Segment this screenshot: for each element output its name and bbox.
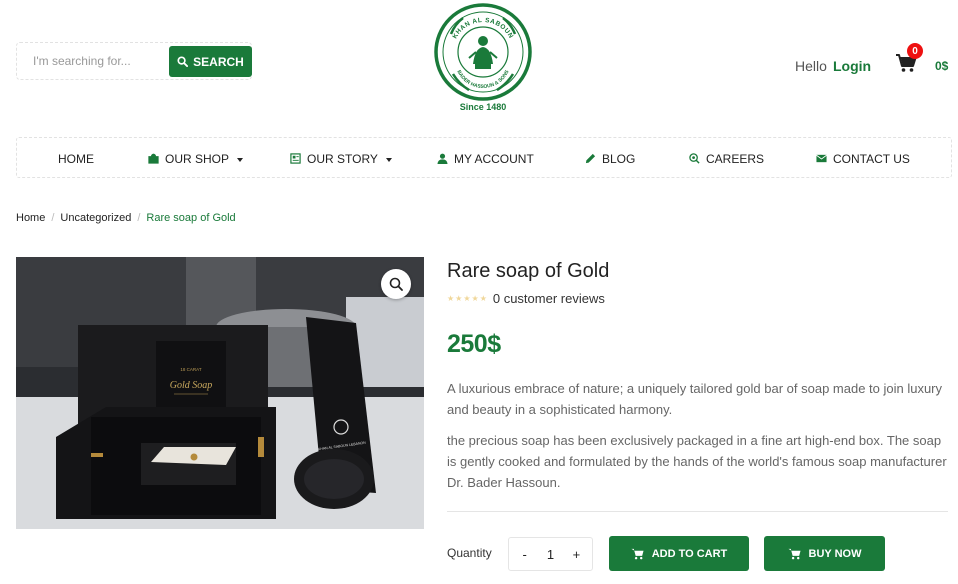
- svg-text:Gold Soap: Gold Soap: [170, 380, 213, 391]
- nav-our-shop[interactable]: OUR SHOP: [148, 138, 244, 179]
- nav-our-story-label: OUR STORY: [307, 151, 378, 166]
- search-button-label: SEARCH: [193, 54, 244, 69]
- cart-icon: [787, 548, 801, 560]
- main-nav: HOME OUR SHOP OUR STORY MY ACCOUNT BLOG …: [16, 137, 952, 178]
- cart-count-badge: 0: [907, 43, 923, 59]
- breadcrumb-separator: /: [137, 212, 141, 224]
- zoom-button[interactable]: [381, 269, 411, 299]
- product-photo: 18 CARAT Gold Soap KHAN AL SABOUN LEBANO…: [16, 257, 424, 529]
- price-currency: $: [487, 330, 501, 358]
- pencil-icon: [585, 153, 596, 164]
- breadcrumb-separator: /: [51, 212, 55, 224]
- quantity-label: Quantity: [447, 546, 492, 560]
- reviews-link[interactable]: 0 customer reviews: [493, 291, 605, 306]
- quantity-increase-button[interactable]: +: [567, 547, 585, 562]
- cart-icon: [631, 548, 644, 560]
- breadcrumb-category[interactable]: Uncategorized: [60, 212, 131, 224]
- search-button[interactable]: SEARCH: [169, 46, 252, 77]
- book-icon: [290, 153, 301, 164]
- product-image[interactable]: 18 CARAT Gold Soap KHAN AL SABOUN LEBANO…: [16, 257, 424, 529]
- nav-our-story[interactable]: OUR STORY: [290, 138, 392, 179]
- product-description-2: the precious soap has been exclusively p…: [447, 433, 947, 490]
- breadcrumb: Home / Uncategorized / Rare soap of Gold: [16, 212, 236, 224]
- cart-total[interactable]: 0$: [935, 59, 948, 73]
- add-to-cart-button[interactable]: ADD TO CART: [609, 536, 749, 571]
- product-title: Rare soap of Gold: [447, 260, 610, 282]
- quantity-value[interactable]: 1: [547, 547, 554, 562]
- envelope-icon: [816, 154, 827, 163]
- nav-blog[interactable]: BLOG: [585, 138, 635, 179]
- nav-careers-label: CAREERS: [706, 151, 765, 166]
- product-rating: ★ ★ ★ ★ ★ 0 customer reviews: [447, 291, 605, 306]
- product-description-1: A luxurious embrace of nature; a uniquel…: [447, 381, 943, 417]
- nav-careers[interactable]: CAREERS: [689, 138, 764, 179]
- buy-now-button[interactable]: BUY NOW: [764, 536, 885, 571]
- star-icon: ★: [455, 294, 463, 303]
- quantity-stepper: - 1 +: [508, 537, 593, 571]
- shopping-bag-icon: [148, 153, 159, 164]
- breadcrumb-current: Rare soap of Gold: [146, 212, 236, 224]
- product-price: 250$: [447, 330, 501, 359]
- logo-since-text: Since 1480: [459, 102, 507, 112]
- nav-home[interactable]: HOME: [58, 138, 94, 179]
- chevron-down-icon: [237, 157, 244, 162]
- star-icon: ★: [479, 294, 487, 303]
- search-bar: SEARCH: [16, 42, 252, 80]
- nav-my-account-label: MY ACCOUNT: [454, 151, 534, 166]
- site-logo[interactable]: KHAN AL SABOUN BADER HASSOUN & SONS Sinc…: [431, 2, 535, 118]
- rating-stars: ★ ★ ★ ★ ★: [447, 294, 487, 303]
- user-icon: [437, 153, 448, 164]
- nav-contact-us-label: CONTACT US: [833, 151, 910, 166]
- nav-home-label: HOME: [58, 151, 94, 166]
- price-amount: 250: [447, 330, 488, 358]
- magnifier-icon: [389, 277, 403, 291]
- chevron-down-icon: [385, 157, 392, 162]
- search-icon: [689, 153, 700, 164]
- star-icon: ★: [463, 294, 471, 303]
- logo-emblem: KHAN AL SABOUN BADER HASSOUN & SONS: [434, 3, 532, 101]
- nav-blog-label: BLOG: [602, 151, 636, 166]
- buy-now-label: BUY NOW: [808, 547, 862, 560]
- login-link[interactable]: Login: [833, 58, 871, 74]
- nav-my-account[interactable]: MY ACCOUNT: [437, 138, 534, 179]
- divider: [447, 511, 948, 512]
- add-to-cart-label: ADD TO CART: [651, 547, 728, 560]
- star-icon: ★: [447, 294, 455, 303]
- star-icon: ★: [471, 294, 479, 303]
- search-input[interactable]: [17, 43, 167, 79]
- svg-text:18 CARAT: 18 CARAT: [180, 367, 201, 372]
- search-icon: [177, 56, 189, 67]
- breadcrumb-home[interactable]: Home: [16, 212, 45, 224]
- quantity-decrease-button[interactable]: -: [516, 547, 534, 562]
- hello-text: Hello: [795, 58, 827, 74]
- nav-our-shop-label: OUR SHOP: [165, 151, 230, 166]
- nav-contact-us[interactable]: CONTACT US: [816, 138, 910, 179]
